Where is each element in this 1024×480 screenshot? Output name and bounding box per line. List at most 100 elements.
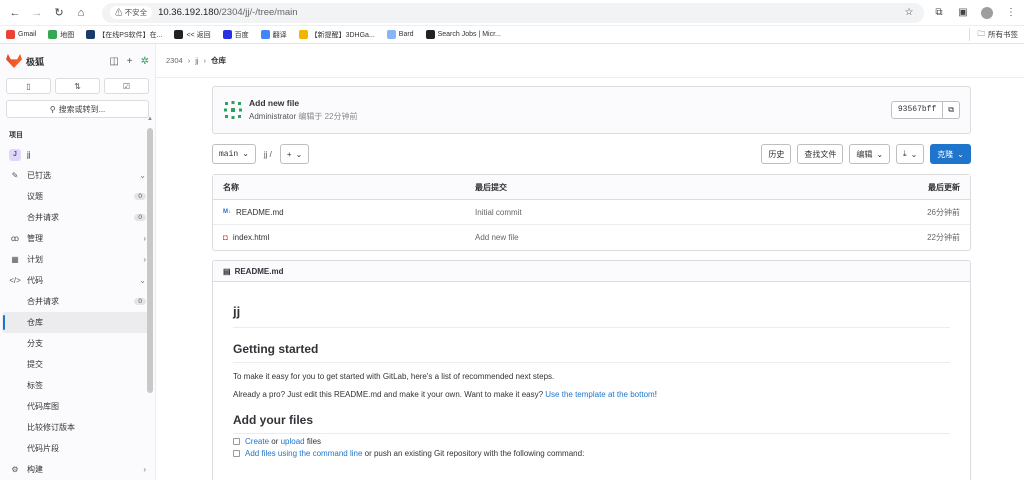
file-commit[interactable]: Initial commit [475, 208, 840, 217]
breadcrumb-project[interactable]: jj [195, 56, 198, 65]
reload-icon[interactable]: ↻ [50, 4, 68, 22]
chevron-right-icon: › [143, 234, 146, 243]
breadcrumb-current[interactable]: 仓库 [211, 55, 226, 66]
bookmark-item[interactable]: Search Jobs | Micr... [425, 30, 501, 39]
upload-link[interactable]: upload [281, 437, 305, 446]
menu-icon[interactable]: ⋮ [1004, 6, 1018, 20]
task-checkbox[interactable] [233, 450, 240, 457]
bookmark-item[interactable]: 【在线PS软件】在... [86, 30, 162, 40]
template-link[interactable]: Use the template at the bottom [545, 390, 654, 399]
address-bar[interactable]: ⚠ 不安全 10.36.192.180/2304/jj/-/tree/main … [102, 2, 924, 23]
code-icon: </> [9, 276, 21, 285]
browser-toolbar: ← → ↻ ⌂ ⚠ 不安全 10.36.192.180/2304/jj/-/tr… [0, 0, 1024, 26]
file-commit[interactable]: Add new file [475, 233, 840, 242]
sidebar-item-branches[interactable]: 分支 [0, 333, 155, 354]
sidebar-item-code[interactable]: </> 代码 ⌄ [0, 270, 155, 291]
user-avatar[interactable]: ✲ [141, 56, 149, 67]
sidebar-scrollbar[interactable] [147, 128, 153, 393]
edit-dropdown[interactable]: 编辑 ⌄ [849, 144, 891, 164]
command-line-link[interactable]: Add files using the command line [245, 449, 362, 458]
sidebar-item-graph[interactable]: 代码库图 [0, 396, 155, 417]
logo[interactable]: 极狐 [6, 54, 44, 68]
add-label: + [286, 149, 292, 159]
commit-author[interactable]: Administrator [249, 112, 296, 121]
sidebar: 极狐 ◫ + ✲ ▯ ⇅ ☑ ⚲ 搜索或转到... 项目 Jjj ✎ 已钉选 ⌄ 议题… [0, 44, 156, 480]
bookmark-item[interactable]: 百度 [222, 30, 249, 40]
chevron-right-icon: › [143, 255, 146, 264]
scroll-up-arrow[interactable]: ▲ [147, 116, 153, 122]
breadcrumb-group[interactable]: 2304 [166, 56, 183, 65]
sidebar-item-tags[interactable]: 标签 [0, 375, 155, 396]
chevron-right-icon: › [203, 56, 207, 65]
url-path: /2304/jj/-/tree/main [218, 7, 298, 18]
branch-selector[interactable]: main ⌄ [212, 144, 256, 164]
sidebar-item-issues[interactable]: 议题 0 [0, 186, 155, 207]
sidebar-item-code-merge-requests[interactable]: 合并请求 0 [0, 291, 155, 312]
all-bookmarks[interactable]: 🗀 所有书签 [968, 28, 1018, 41]
repo-toolbar: main ⌄ jj / + ⌄ 历史 查找文件 编辑 ⌄ ⤓ ⌄ 克隆 ⌄ [212, 144, 971, 164]
sidebar-item-manage[interactable]: ꝏ 管理 › [0, 228, 155, 249]
history-button[interactable]: 历史 [761, 144, 792, 164]
create-link[interactable]: Create [245, 437, 269, 446]
extensions-icon[interactable]: ⧉ [932, 6, 946, 20]
pinned-label: 已钉选 [27, 171, 51, 180]
sidebar-item-commits[interactable]: 提交 [0, 354, 155, 375]
search-icon: ⚲ [49, 104, 56, 114]
branch-label: main [219, 149, 239, 159]
find-file-label: 查找文件 [804, 149, 837, 159]
table-row[interactable]: ◘ index.html Add new file 22分钟前 [213, 225, 970, 250]
todo-tab-icon[interactable]: ☑ [104, 78, 149, 94]
star-icon[interactable]: ☆ [902, 6, 916, 20]
find-file-button[interactable]: 查找文件 [797, 144, 844, 164]
heading-getting-started: Getting started [233, 342, 950, 363]
search-button[interactable]: ⚲ 搜索或转到... [6, 100, 149, 118]
readme-filename[interactable]: README.md [235, 267, 284, 276]
bookmark-label: Bard [398, 31, 414, 38]
bookmark-favicon-icon [222, 30, 232, 39]
task-checkbox[interactable] [233, 438, 240, 445]
chevron-down-icon: ⌄ [139, 276, 146, 285]
sidebar-item-plan[interactable]: ▦ 计划 › [0, 249, 155, 270]
sidebar-item-snippets[interactable]: 代码片段 [0, 438, 155, 459]
commit-author-avatar[interactable] [223, 100, 243, 120]
insecure-badge[interactable]: ⚠ 不安全 [110, 6, 153, 19]
issues-tab-icon[interactable]: ▯ [6, 78, 51, 94]
bookmark-item[interactable]: Bard [386, 30, 414, 39]
bookmark-item[interactable]: 翻译 [260, 30, 287, 40]
sidebar-item-build[interactable]: ⚙ 构建 › [0, 459, 155, 480]
task-text: or push an existing Git repository with … [362, 449, 585, 458]
plus-icon[interactable]: + [127, 56, 133, 67]
clone-dropdown[interactable]: 克隆 ⌄ [930, 144, 971, 164]
back-icon[interactable]: ← [6, 4, 24, 22]
sidebar-item-compare[interactable]: 比较修订版本 [0, 417, 155, 438]
copy-sha-button[interactable]: ⧉ [943, 101, 960, 119]
sidebar-item-merge-requests[interactable]: 合并请求 0 [0, 207, 155, 228]
bookmark-item[interactable]: << 返回 [174, 30, 211, 40]
add-dropdown[interactable]: + ⌄ [279, 144, 310, 164]
code-mr-count: 0 [134, 298, 146, 305]
sidebar-item-pinned[interactable]: ✎ 已钉选 ⌄ [0, 165, 155, 186]
file-name[interactable]: index.html [233, 233, 269, 242]
bookmark-item[interactable]: 【新提醒】3DHGa... [298, 30, 375, 40]
commit-title[interactable]: Add new file [249, 98, 357, 108]
table-row[interactable]: M↓ README.md Initial commit 26分钟前 [213, 200, 970, 225]
bookmark-label: << 返回 [186, 31, 211, 39]
sidepanel-icon[interactable]: ▣ [956, 6, 970, 20]
bookmark-item[interactable]: 地图 [48, 30, 74, 40]
sidebar-item-project[interactable]: Jjj [0, 144, 155, 165]
readme-panel: ▤ README.md jj Getting started To make it… [212, 260, 971, 480]
plan-label: 计划 [27, 255, 43, 264]
bookmark-item[interactable]: Gmail [6, 30, 36, 39]
bookmark-favicon-icon [298, 30, 308, 39]
file-name[interactable]: README.md [236, 208, 284, 217]
profile-avatar[interactable] [980, 6, 994, 20]
collapse-sidebar-icon[interactable]: ◫ [109, 56, 118, 67]
download-dropdown[interactable]: ⤓ ⌄ [896, 144, 925, 164]
merge-requests-tab-icon[interactable]: ⇅ [55, 78, 100, 94]
commit-sha[interactable]: 93567bff [890, 101, 944, 119]
file-table-header: 名称 最后提交 最后更新 [213, 175, 970, 200]
home-icon[interactable]: ⌂ [72, 4, 90, 22]
forward-icon[interactable]: → [28, 4, 46, 22]
manage-label: 管理 [27, 234, 43, 243]
sidebar-item-repository[interactable]: 仓库 [2, 312, 153, 333]
